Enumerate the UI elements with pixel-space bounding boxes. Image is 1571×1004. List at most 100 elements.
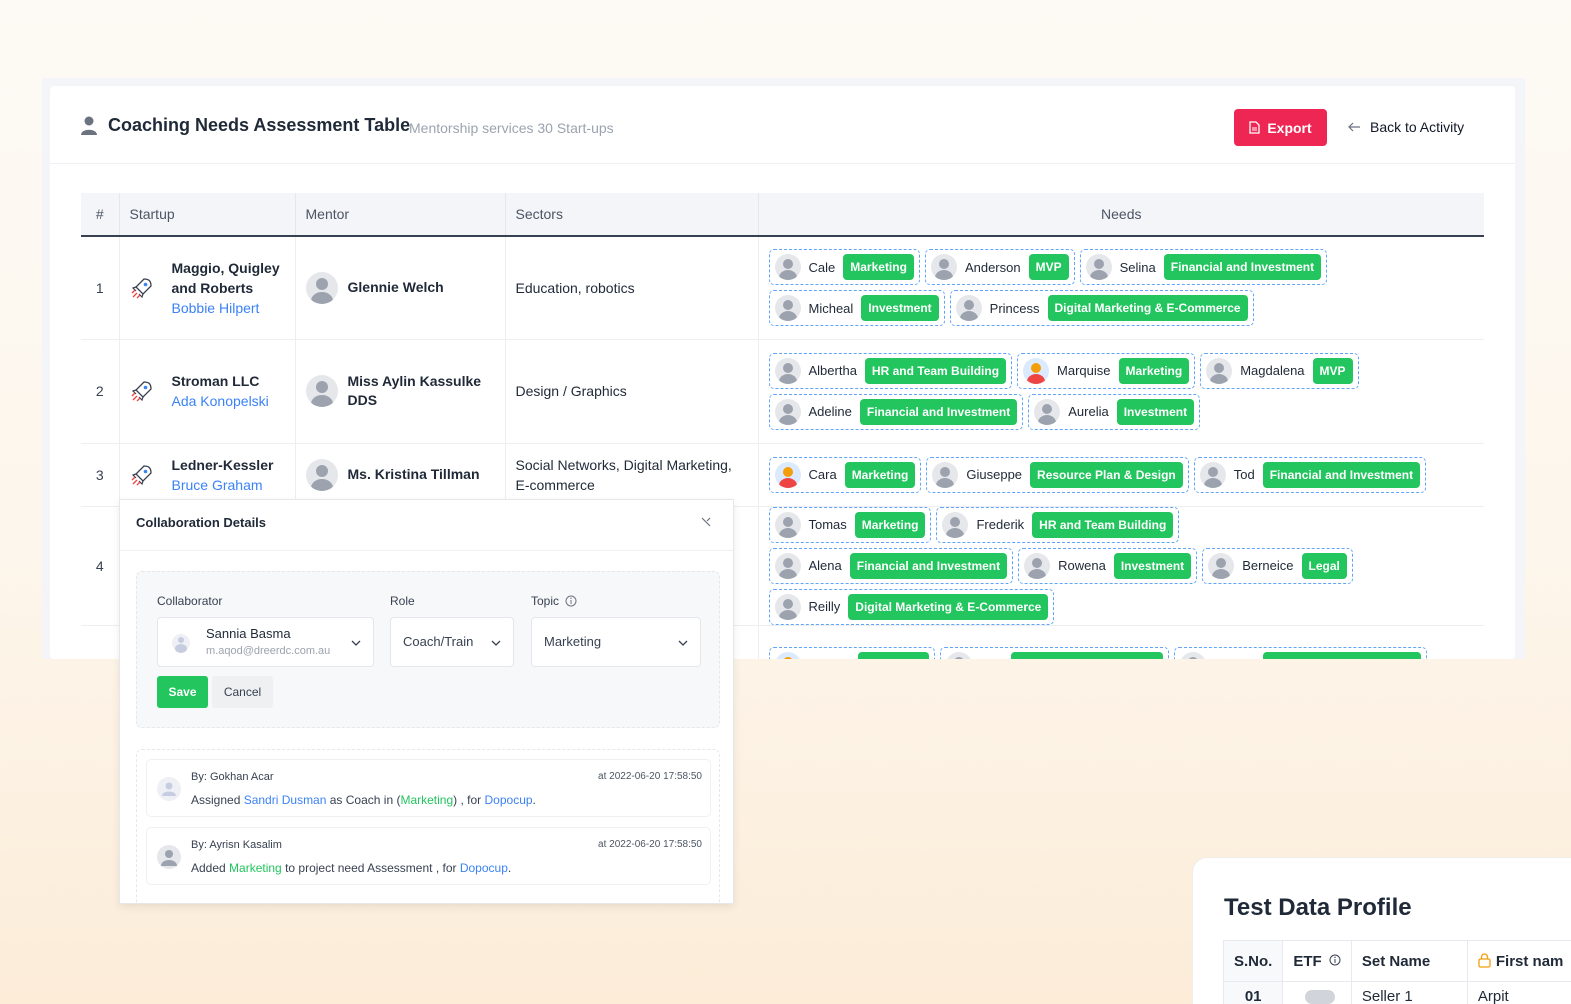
- row-number: 5: [81, 625, 120, 659]
- row-number: 3: [81, 443, 120, 507]
- etf-label: ETF: [1293, 952, 1322, 970]
- row-number: 1: [81, 236, 120, 340]
- history-message: Added Marketing to project need Assessme…: [191, 861, 511, 875]
- col-header-needs: Needs: [758, 193, 1484, 237]
- need-chip[interactable]: Anderson MVP: [924, 249, 1075, 286]
- needs-cell: Cale Marketing Anderson MVP Selina Financial …: [758, 236, 1484, 340]
- project-link[interactable]: Dopocup: [460, 861, 508, 875]
- col-header-set-name: Set Name: [1350, 940, 1468, 982]
- chevron-down-icon: [351, 640, 361, 646]
- user-avatar-icon: [157, 845, 181, 869]
- need-chip[interactable]: Aurelia Investment: [1028, 393, 1201, 430]
- avatar: [1199, 461, 1226, 488]
- export-button[interactable]: Export: [1234, 109, 1327, 146]
- project-link[interactable]: Dopocup: [485, 793, 533, 807]
- chevron-down-icon: [491, 640, 501, 646]
- needs-list: Cale Marketing Anderson MVP Selina Financial …: [768, 249, 1429, 327]
- table-header-row: S.No. ETF Set Name First nam: [1222, 940, 1571, 982]
- info-icon: [565, 595, 577, 607]
- need-tag-badge: Financial and Investment: [1262, 461, 1421, 488]
- role-select[interactable]: Coach/Train: [390, 617, 514, 667]
- mentor-cell: Ms. Kristina Tillman: [295, 443, 506, 507]
- startup-contact-link[interactable]: Bobbie Hilpert: [172, 298, 285, 318]
- need-chip[interactable]: Erik Resource Plan & Design: [940, 647, 1170, 659]
- need-chip[interactable]: Micheal Investment: [768, 290, 945, 327]
- first-name-cell: Arpit: [1466, 981, 1571, 1004]
- role-label: Role: [390, 594, 415, 608]
- test-data-profile-title: Test Data Profile: [1224, 894, 1412, 921]
- avatar: [932, 461, 959, 488]
- back-to-activity-link[interactable]: Back to Activity: [1348, 119, 1464, 135]
- need-tag-badge: MVP: [1312, 357, 1353, 384]
- need-person-name: Princess: [989, 300, 1040, 316]
- startup-contact-link[interactable]: Ada Konopelski: [172, 391, 269, 411]
- avatar: [1085, 254, 1112, 281]
- need-chip[interactable]: Princess Digital Marketing & E-Commerce: [949, 290, 1254, 327]
- needs-cell: Juanita Marketing Erik Resource Plan & Desi…: [758, 625, 1484, 659]
- avatar: [930, 254, 957, 281]
- page-title: Coaching Needs Assessment Table: [108, 115, 411, 135]
- need-chip[interactable]: Rowena Investment: [1018, 547, 1198, 584]
- need-chip[interactable]: Reilly Digital Marketing & E-Commerce: [768, 588, 1055, 625]
- topic-label: Topic: [531, 594, 560, 608]
- history-item: By: Ayrisn Kasalim at 2022-06-20 17:58:5…: [146, 827, 711, 885]
- topic-value: Marketing: [544, 634, 602, 649]
- need-tag-badge: Financial and Investment: [849, 552, 1008, 579]
- need-chip[interactable]: Berneice Legal: [1202, 547, 1353, 584]
- rocket-icon: [131, 464, 152, 485]
- need-chip[interactable]: Helena Financial and Investment: [1174, 647, 1427, 659]
- close-icon[interactable]: [699, 515, 713, 529]
- startup-name: Maggio, Quigley and Roberts: [171, 259, 280, 296]
- need-chip[interactable]: Magdalena MVP: [1200, 352, 1359, 389]
- need-chip[interactable]: Albertha HR and Team Building: [768, 352, 1013, 389]
- lock-icon: [1478, 952, 1491, 968]
- need-person-name: Tomas: [808, 517, 847, 532]
- avatar: [305, 375, 338, 407]
- needs-cell: Tomas Marketing Frederik HR and Team Buildi…: [758, 506, 1484, 626]
- need-chip[interactable]: Alena Financial and Investment: [768, 547, 1014, 584]
- first-name-label: First nam: [1495, 952, 1564, 970]
- sectors-text: Design / Graphics: [515, 383, 627, 399]
- table-row: 2 Stroman LLC Ada Konopelski Miss Aylin Kas…: [81, 339, 1484, 444]
- need-chip[interactable]: Selina Financial and Investment: [1079, 249, 1328, 286]
- cancel-button[interactable]: Cancel: [212, 676, 273, 708]
- need-chip[interactable]: Tomas Marketing: [768, 506, 932, 543]
- avatar: [774, 295, 801, 322]
- role-value: Coach/Train: [403, 634, 474, 649]
- need-person-name: Tod: [1233, 467, 1255, 482]
- msg-text: Assigned: [191, 793, 244, 807]
- avatar: [1206, 357, 1233, 384]
- col-header-etf: ETF: [1282, 940, 1352, 982]
- need-person-name: Cara: [808, 467, 837, 482]
- need-chip[interactable]: Tod Financial and Investment: [1193, 456, 1427, 493]
- etf-toggle[interactable]: [1305, 990, 1336, 1004]
- msg-text: ) , for: [453, 793, 485, 807]
- avatar: [946, 652, 973, 659]
- need-chip[interactable]: Giuseppe Resource Plan & Design: [926, 456, 1189, 493]
- avatar: [1180, 652, 1207, 659]
- save-button[interactable]: Save: [157, 676, 208, 708]
- need-chip[interactable]: Adeline Financial and Investment: [768, 393, 1024, 430]
- person-link[interactable]: Sandri Dusman: [244, 793, 327, 807]
- need-person-name: Frederik: [976, 517, 1025, 532]
- avatar: [1034, 398, 1061, 425]
- need-chip[interactable]: Juanita Marketing: [768, 647, 936, 659]
- need-chip[interactable]: Frederik HR and Team Building: [936, 506, 1180, 543]
- need-chip[interactable]: Cale Marketing: [768, 249, 920, 286]
- need-person-name: Anderson: [964, 259, 1021, 275]
- history-item: By: Gokhan Acar at 2022-06-20 17:58:50 A…: [146, 759, 711, 817]
- mentor-cell: Glennie Welch: [295, 236, 506, 340]
- avatar: [955, 295, 982, 322]
- table-row: 1 Maggio, Quigley and Roberts Bobbie Hilpe…: [81, 236, 1484, 340]
- msg-text: .: [532, 793, 536, 807]
- topic-select[interactable]: Marketing: [531, 617, 701, 667]
- avatar: [1208, 552, 1235, 579]
- need-person-name: Cale: [808, 259, 836, 275]
- need-chip[interactable]: Cara Marketing: [768, 456, 922, 493]
- avatar: [774, 398, 801, 425]
- collaborator-select[interactable]: Sannia Basma m.aqod@dreerdc.com.au: [157, 617, 374, 667]
- collaboration-form: Collaborator Role Topic Sannia Basma m.a…: [136, 571, 720, 728]
- startup-contact-link[interactable]: Bruce Graham: [172, 475, 274, 495]
- need-chip[interactable]: Marquise Marketing: [1017, 352, 1196, 389]
- need-tag-badge: Investment: [1116, 398, 1195, 425]
